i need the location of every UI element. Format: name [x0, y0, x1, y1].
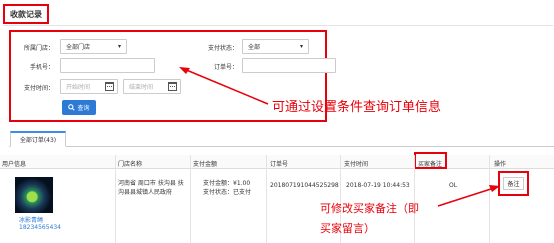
avatar: [15, 177, 53, 213]
start-time-input[interactable]: 开始时间: [60, 79, 118, 94]
header-amount: 支付金额: [193, 161, 218, 168]
header-store-name: 门店名称: [118, 161, 143, 168]
column-divider: [266, 155, 267, 243]
pay-status-select[interactable]: 全部 ▾: [242, 39, 309, 54]
search-button[interactable]: 查询: [62, 100, 96, 115]
filter-annotation: 可通过设置条件查询订单信息: [272, 100, 442, 115]
remark-button-label: 备注: [503, 177, 524, 190]
start-time-placeholder: 开始时间: [66, 84, 91, 91]
store-name-line1: 河南省 周口市 扶沟县 扶: [118, 180, 184, 187]
title-divider: [3, 25, 553, 26]
tab-all-orders[interactable]: 全部订单(43): [10, 131, 66, 147]
pay-status-label: 支付状态：: [207, 45, 238, 52]
column-divider: [414, 155, 415, 243]
end-time-input[interactable]: 结束时间: [123, 79, 181, 94]
header-action: 操作: [494, 161, 507, 168]
store-select[interactable]: 全部门店 ▾: [60, 39, 127, 54]
order-number: 201807191044525298: [270, 182, 339, 189]
header-pay-time: 支付时间: [344, 161, 369, 168]
store-label: 所属门店：: [23, 45, 54, 52]
tab-divider: [9, 146, 554, 147]
search-button-label: 查询: [77, 105, 90, 112]
column-divider: [115, 155, 116, 243]
amount-line1: 支付金额：¥1.00: [203, 180, 251, 187]
user-phone: 18234565434: [19, 224, 61, 231]
calendar-icon[interactable]: [105, 82, 114, 91]
remark-annotation-line2: 买家留言）: [320, 222, 375, 235]
chevron-down-icon: ▾: [117, 43, 121, 50]
end-time-placeholder: 结束时间: [129, 84, 154, 91]
store-select-value: 全部门店: [66, 44, 91, 51]
remark-header-highlight: [414, 152, 447, 169]
section-title: 收款记录: [3, 4, 49, 24]
header-order-no: 订单号: [270, 161, 289, 168]
remark-annotation-line1: 可修改买家备注（即: [320, 202, 419, 215]
search-icon: [68, 104, 76, 111]
pay-status-select-value: 全部: [248, 44, 261, 51]
phone-input[interactable]: [60, 58, 155, 73]
user-name[interactable]: 冰影青绳: [19, 215, 43, 224]
pay-time-label: 支付时间：: [23, 85, 54, 92]
header-user-info: 用户信息: [2, 161, 27, 168]
store-name-line2: 沟县县城镇人民政府: [118, 189, 173, 196]
annotation-arrow-icon: [179, 67, 269, 105]
amount-line2: 支付状态：已支付: [203, 189, 252, 196]
annotation-arrow-icon: [437, 185, 500, 207]
phone-label: 手机号：: [29, 64, 54, 71]
column-divider: [190, 155, 191, 243]
chevron-down-icon: ▾: [299, 43, 303, 50]
pay-time: 2018-07-19 10:44:53: [346, 182, 410, 189]
